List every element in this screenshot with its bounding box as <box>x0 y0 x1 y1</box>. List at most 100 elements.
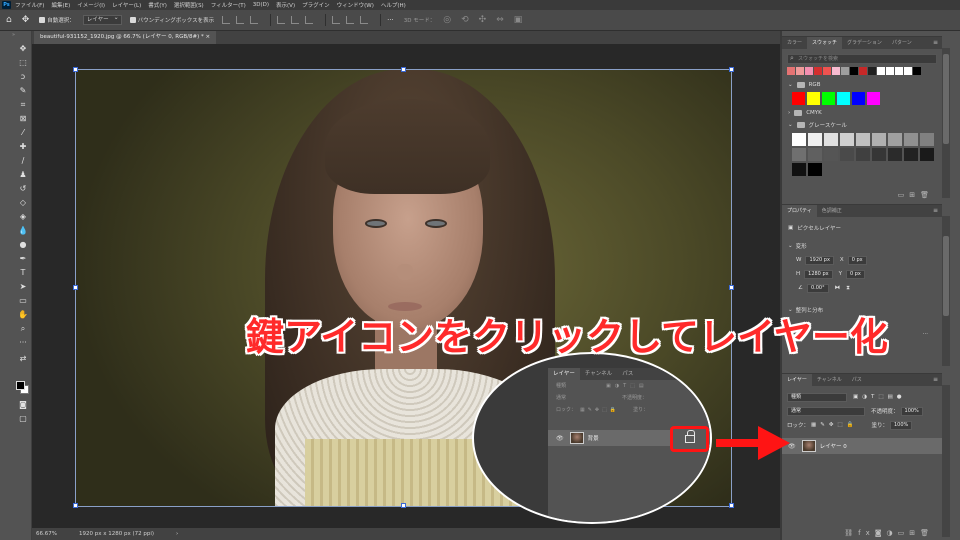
menu-3d[interactable]: 3D(D) <box>253 2 269 8</box>
tab-swatches[interactable]: スウォッチ <box>807 37 843 49</box>
shape-tool-icon[interactable]: ▭ <box>16 295 30 307</box>
tab-channels[interactable]: チャンネル <box>812 374 847 386</box>
distribute-icon[interactable] <box>332 16 341 24</box>
color-swatch[interactable] <box>792 92 805 105</box>
more-tools-icon[interactable]: ··· <box>16 337 30 349</box>
auto-select-target-dropdown[interactable]: レイヤー <box>82 14 122 25</box>
flip-horizontal-icon[interactable]: ⧓ <box>835 285 841 291</box>
color-swatch[interactable] <box>787 67 795 75</box>
color-swatch[interactable] <box>823 67 831 75</box>
layer-item[interactable]: 👁 レイヤー 0 <box>782 438 942 454</box>
pen-tool-icon[interactable]: ✒ <box>16 253 30 265</box>
transform-handle-tl[interactable] <box>73 67 78 72</box>
align-middle-icon[interactable] <box>291 16 300 24</box>
menu-image[interactable]: イメージ(I) <box>77 1 105 9</box>
auto-select-checkbox[interactable]: 自動選択： <box>39 16 75 24</box>
color-swatch[interactable] <box>904 133 918 146</box>
width-field[interactable]: 1920 px <box>805 255 834 265</box>
transform-handle-t[interactable] <box>401 67 406 72</box>
eraser-tool-icon[interactable]: ◇ <box>16 197 30 209</box>
angle-field[interactable]: 0.00° <box>806 283 829 293</box>
align-top-icon[interactable] <box>277 16 286 24</box>
align-bottom-icon[interactable] <box>305 16 314 24</box>
zoom-level[interactable]: 66.67% <box>36 531 57 537</box>
move-tool-icon[interactable]: ✥ <box>22 15 30 25</box>
color-swatch[interactable] <box>920 133 934 146</box>
color-swatch[interactable] <box>824 148 838 161</box>
tab-properties[interactable]: プロパティ <box>782 205 817 217</box>
type-tool-icon[interactable]: T <box>16 267 30 279</box>
color-swatch[interactable] <box>807 92 820 105</box>
transform-handle-r[interactable] <box>729 285 734 290</box>
history-brush-icon[interactable]: ↺ <box>16 183 30 195</box>
layers-panel-actions[interactable]: ⛓fx◙◑▭⊞🗑 <box>844 529 934 537</box>
blur-tool-icon[interactable]: 💧 <box>16 225 30 237</box>
tab-layers[interactable]: レイヤー <box>782 374 812 386</box>
marquee-tool-icon[interactable]: ⬚ <box>16 57 30 69</box>
color-swatch[interactable] <box>888 148 902 161</box>
swatch-group-rgb[interactable]: ⌄ RGB <box>782 79 942 91</box>
distribute-icon[interactable] <box>346 16 355 24</box>
distribute-icon[interactable] <box>360 16 369 24</box>
default-colors-icon[interactable]: ⇄ <box>16 353 30 365</box>
color-swatch[interactable] <box>904 148 918 161</box>
eyedropper-tool-icon[interactable]: ⁄ <box>16 127 30 139</box>
menu-layer[interactable]: レイヤー(L) <box>112 1 141 9</box>
lasso-tool-icon[interactable]: ↄ <box>16 71 30 83</box>
filter-icons[interactable]: ▣◑T⬚▤● <box>853 394 906 400</box>
color-swatch[interactable] <box>920 148 934 161</box>
healing-tool-icon[interactable]: ✚ <box>16 141 30 153</box>
hand-tool-icon[interactable]: ✋ <box>16 309 30 321</box>
color-swatch[interactable] <box>792 133 806 146</box>
color-swatch[interactable] <box>852 92 865 105</box>
menu-select[interactable]: 選択範囲(S) <box>174 1 204 9</box>
color-swatch[interactable] <box>805 67 813 75</box>
blend-mode-dropdown[interactable]: 通常 <box>787 406 865 416</box>
layer-lock-button[interactable] <box>670 426 709 452</box>
color-swatch[interactable] <box>792 163 806 176</box>
panel-menu-icon[interactable]: ≡ <box>933 205 938 217</box>
color-swatch[interactable] <box>886 67 894 75</box>
show-bbox-checkbox[interactable]: バウンディングボックスを表示 <box>129 16 214 24</box>
menu-type[interactable]: 書式(Y) <box>148 1 167 9</box>
crop-tool-icon[interactable]: ⌗ <box>16 99 30 111</box>
menu-edit[interactable]: 編集(E) <box>51 1 70 9</box>
color-swatch[interactable] <box>841 67 849 75</box>
path-select-tool-icon[interactable]: ➤ <box>16 281 30 293</box>
tab-adjustments[interactable]: 色調補正 <box>817 205 847 217</box>
scroll-thumb[interactable] <box>943 236 949 316</box>
color-swatch[interactable] <box>808 133 822 146</box>
lock-icons[interactable]: ▦✎✥⬚🔒 <box>811 422 857 428</box>
more-options-icon[interactable]: ··· <box>387 16 394 24</box>
transform-handle-l[interactable] <box>73 285 78 290</box>
layer-kind-filter[interactable]: 種類 <box>787 392 847 402</box>
swatch-group-grayscale[interactable]: ⌄ グレースケール <box>782 119 942 131</box>
document-tab[interactable]: beautiful-931152_1920.jpg @ 66.7% (レイヤー … <box>34 31 217 44</box>
home-icon[interactable]: ⌂ <box>6 15 12 25</box>
x-field[interactable]: 0 px <box>847 255 867 265</box>
color-swatch[interactable] <box>888 133 902 146</box>
color-swatch[interactable] <box>808 163 822 176</box>
y-field[interactable]: 0 px <box>845 269 865 279</box>
panel-menu-icon[interactable]: ≡ <box>933 374 938 386</box>
color-swatch[interactable] <box>824 133 838 146</box>
color-swatch[interactable] <box>895 67 903 75</box>
color-swatch[interactable] <box>814 67 822 75</box>
transform-handle-br[interactable] <box>729 503 734 508</box>
stamp-tool-icon[interactable]: ♟ <box>16 169 30 181</box>
color-swatch[interactable] <box>868 67 876 75</box>
collapse-icon[interactable]: » <box>12 32 15 38</box>
align-center-icon[interactable] <box>236 16 245 24</box>
bucket-tool-icon[interactable]: ◈ <box>16 211 30 223</box>
swatch-search-input[interactable]: スウォッチを検索 <box>787 54 937 64</box>
color-swatch[interactable] <box>808 148 822 161</box>
color-swatch[interactable] <box>856 148 870 161</box>
move-tool-icon[interactable]: ✥ <box>16 43 30 55</box>
color-swatch[interactable] <box>877 67 885 75</box>
color-swatch[interactable] <box>792 148 806 161</box>
layers-scrollbar[interactable] <box>942 385 950 537</box>
align-left-icon[interactable] <box>222 16 231 24</box>
transform-handle-b[interactable] <box>401 503 406 508</box>
tab-color[interactable]: カラー <box>782 37 807 49</box>
transform-handle-bl[interactable] <box>73 503 78 508</box>
